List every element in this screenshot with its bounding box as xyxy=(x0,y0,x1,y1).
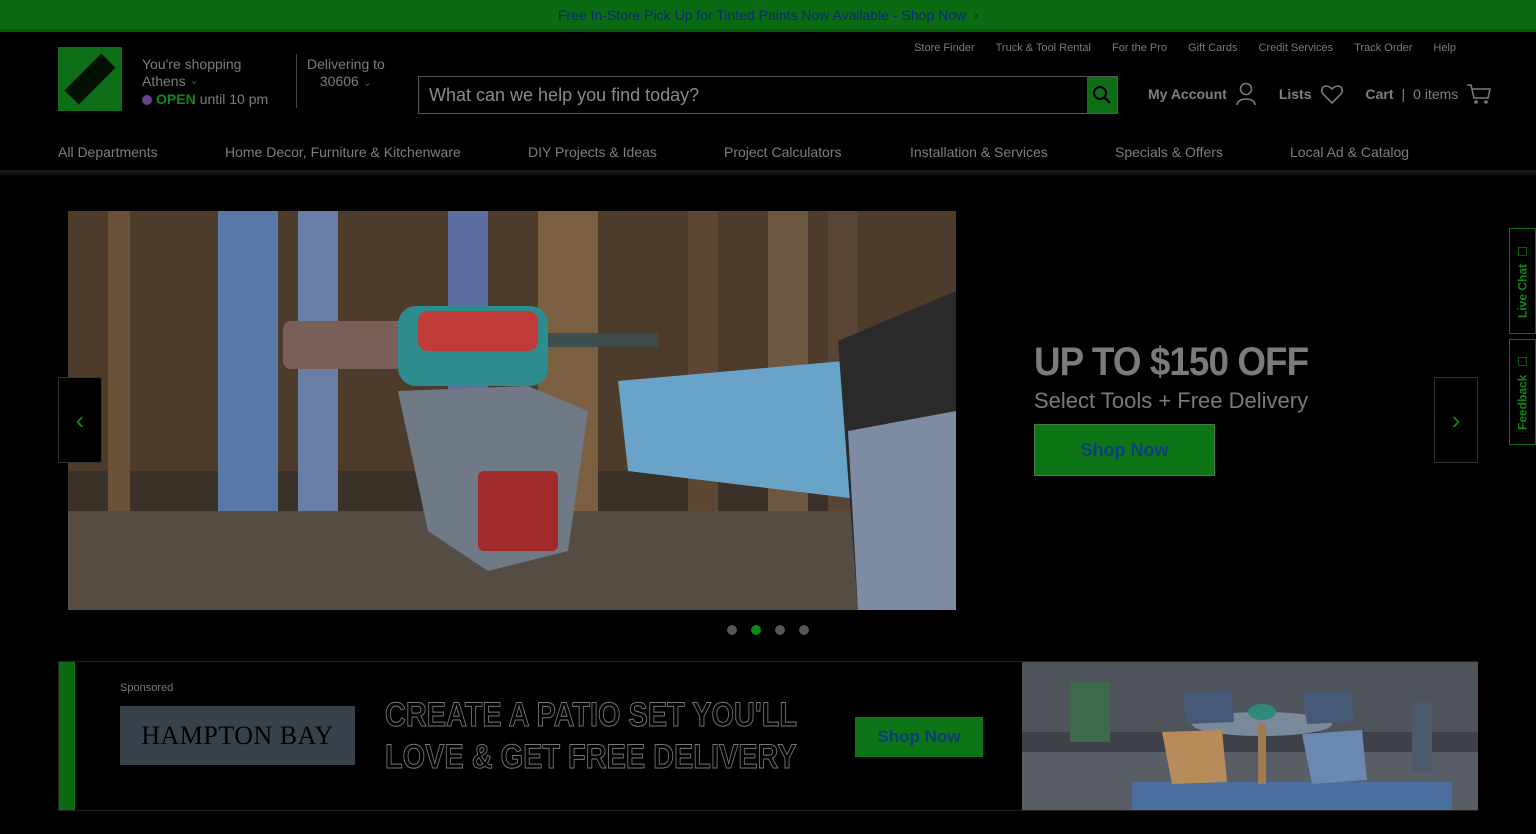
store-hours: until 10 pm xyxy=(199,91,269,107)
banner-line-1: CREATE A PATIO SET YOU'LL xyxy=(385,696,798,735)
lists-label: Lists xyxy=(1278,86,1312,102)
store-label: You're shopping xyxy=(142,56,242,72)
heart-icon xyxy=(1320,85,1343,105)
gift-cards-link[interactable]: Gift Cards xyxy=(1188,42,1238,54)
home-depot-logo[interactable] xyxy=(58,47,122,111)
live-chat-tab[interactable]: Live Chat ☐ xyxy=(1509,228,1536,334)
chevron-right-icon: › xyxy=(974,7,979,22)
lists-button[interactable]: Lists xyxy=(1279,83,1344,105)
site-header: You're shopping Athens ⌄ OPEN until 10 p… xyxy=(0,32,1536,172)
chevron-right-icon: › xyxy=(1451,404,1461,435)
sponsored-label: Sponsored xyxy=(120,682,174,694)
cart-button[interactable]: Cart | 0 items xyxy=(1366,83,1493,105)
my-account-label: My Account xyxy=(1148,86,1227,102)
cart-label: Cart xyxy=(1365,86,1394,102)
my-account-button[interactable]: My Account xyxy=(1148,82,1257,106)
sponsored-banner[interactable]: Sponsored HAMPTON BAY CREATE A PATIO SET… xyxy=(58,661,1478,811)
feedback-icon: ☐ xyxy=(1515,354,1530,369)
search-button[interactable] xyxy=(1087,77,1117,113)
hero-subhead: Select Tools + Free Delivery xyxy=(1034,388,1309,413)
chevron-down-icon[interactable]: ⌄ xyxy=(190,73,199,90)
banner-shop-now-button[interactable]: Shop Now xyxy=(855,717,983,757)
promo-banner[interactable]: Free In-Store Pick Up for Tinted Paints … xyxy=(0,0,1536,32)
carousel-dot-3[interactable] xyxy=(775,625,785,635)
carousel-dot-1[interactable] xyxy=(727,625,737,635)
drill-photo-icon xyxy=(68,211,956,610)
carousel-dot-2[interactable] xyxy=(751,625,761,635)
store-status: OPEN xyxy=(156,91,196,107)
hero-shop-now-button[interactable]: Shop Now xyxy=(1034,424,1215,476)
hero-image[interactable] xyxy=(68,211,956,610)
delivery-zip[interactable]: 30606 xyxy=(320,73,359,89)
nav-home-decor[interactable]: Home Decor, Furniture & Kitchenware xyxy=(225,144,461,160)
credit-services-link[interactable]: Credit Services xyxy=(1259,42,1334,54)
banner-stripe xyxy=(59,662,75,810)
nav-specials-offers[interactable]: Specials & Offers xyxy=(1115,144,1223,160)
feedback-label: Feedback xyxy=(1515,374,1530,430)
store-finder-link[interactable]: Store Finder xyxy=(914,42,975,54)
carousel-prev-button[interactable]: ‹ xyxy=(58,377,102,463)
header-divider xyxy=(296,54,297,108)
hero-headline: UP TO $150 OFF xyxy=(1034,340,1309,384)
cart-separator: | xyxy=(1401,86,1406,102)
main-navigation: All Departments Home Decor, Furniture & … xyxy=(0,134,1536,170)
search-input[interactable] xyxy=(419,77,1087,113)
carousel-dots xyxy=(727,625,809,635)
carousel-next-button[interactable]: › xyxy=(1434,377,1478,463)
patio-set-image xyxy=(1022,662,1478,810)
chevron-down-icon[interactable]: ⌄ xyxy=(363,77,372,89)
promo-text[interactable]: Free In-Store Pick Up for Tinted Paints … xyxy=(558,7,966,23)
feedback-tab[interactable]: Feedback ☐ xyxy=(1509,339,1536,445)
hero-text-block: UP TO $150 OFF Select Tools + Free Deliv… xyxy=(1034,340,1332,414)
account-area: My Account Lists Cart | 0 items xyxy=(1148,82,1492,106)
store-name[interactable]: Athens xyxy=(142,73,186,90)
hampton-bay-logo: HAMPTON BAY xyxy=(120,706,355,765)
search-bar xyxy=(418,76,1118,114)
store-selector[interactable]: You're shopping Athens ⌄ OPEN until 10 p… xyxy=(142,56,268,108)
banner-headline: CREATE A PATIO SET YOU'LL LOVE & GET FRE… xyxy=(385,694,798,778)
user-icon xyxy=(1236,82,1256,106)
nav-local-ad[interactable]: Local Ad & Catalog xyxy=(1290,144,1409,160)
carousel-dot-4[interactable] xyxy=(799,625,809,635)
live-chat-label: Live Chat xyxy=(1515,264,1530,319)
search-icon xyxy=(1093,86,1111,104)
cart-icon xyxy=(1467,84,1492,104)
help-link[interactable]: Help xyxy=(1433,42,1456,54)
nav-all-departments[interactable]: All Departments xyxy=(58,144,158,160)
chevron-left-icon: ‹ xyxy=(75,404,85,435)
logo-icon xyxy=(58,47,122,111)
truck-tool-rental-link[interactable]: Truck & Tool Rental xyxy=(996,42,1091,54)
header-shadow xyxy=(0,170,1536,178)
track-order-link[interactable]: Track Order xyxy=(1354,42,1412,54)
nav-diy-projects[interactable]: DIY Projects & Ideas xyxy=(528,144,657,160)
cart-count: 0 items xyxy=(1413,86,1459,102)
nav-installation-services[interactable]: Installation & Services xyxy=(910,144,1048,160)
delivery-label: Delivering to xyxy=(307,56,385,72)
nav-project-calculators[interactable]: Project Calculators xyxy=(724,144,842,160)
patio-photo-icon xyxy=(1022,662,1478,810)
chat-icon: ☐ xyxy=(1515,244,1530,258)
status-dot-icon xyxy=(142,94,152,105)
banner-line-2: LOVE & GET FREE DELIVERY xyxy=(385,738,797,777)
for-the-pro-link[interactable]: For the Pro xyxy=(1112,42,1167,54)
delivery-selector[interactable]: Delivering to 30606 ⌄ xyxy=(307,56,385,92)
utility-links: Store Finder Truck & Tool Rental For the… xyxy=(914,42,1456,54)
